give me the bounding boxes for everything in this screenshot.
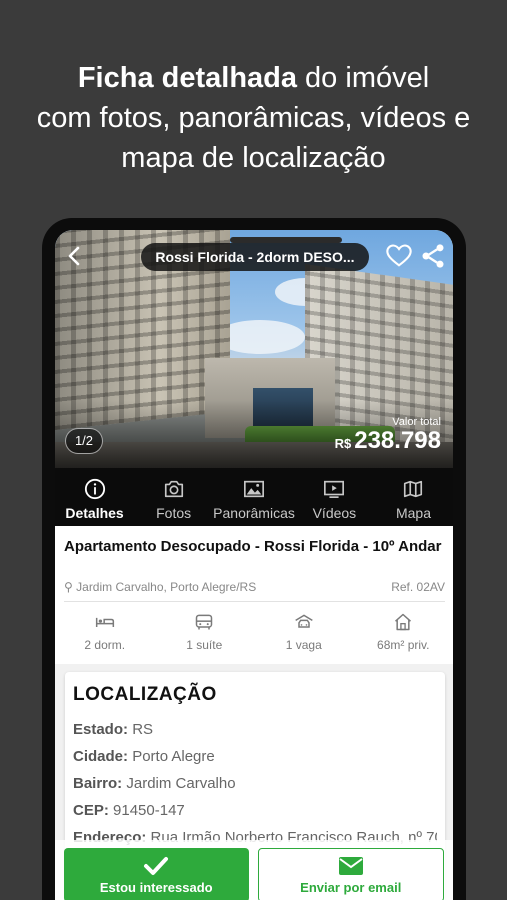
tab-panoramicas[interactable]: Panorâmicas — [213, 468, 295, 526]
location-row: ⚲ Jardim Carvalho, Porto Alegre/RS Ref. … — [64, 580, 445, 594]
action-bar: Estou interessado Enviar por email — [55, 840, 453, 900]
property-photo[interactable]: Rossi Florida - 2dorm DESO... 1/2 Valor … — [55, 230, 453, 468]
reference-code: Ref. 02AV — [391, 580, 445, 594]
headline-line-3: mapa de localização — [121, 142, 386, 174]
phone-speaker — [230, 237, 342, 243]
info-icon — [84, 478, 105, 500]
info-estado: Estado: RS — [73, 716, 437, 743]
tab-mapa[interactable]: Mapa — [374, 468, 453, 526]
detail-tabs: Detalhes Fotos Panorâmicas Vídeos Mapa — [55, 468, 453, 526]
location-value: Jardim Carvalho, Porto Alegre/RS — [76, 580, 257, 594]
location-text: ⚲ Jardim Carvalho, Porto Alegre/RS — [64, 580, 256, 594]
property-title-pill: Rossi Florida - 2dorm DESO... — [141, 243, 369, 271]
interested-label: Estou interessado — [99, 879, 213, 895]
info-value: Porto Alegre — [132, 748, 215, 765]
pin-icon: ⚲ — [64, 580, 73, 594]
info-cep: CEP: 91450-147 — [73, 797, 437, 824]
video-icon — [324, 480, 345, 498]
info-key: Bairro: — [73, 775, 123, 792]
car-icon — [295, 614, 313, 628]
features-row: 2 dorm. 1 suíte 1 vaga 68m² priv. — [55, 612, 453, 652]
feature-label: 1 vaga — [285, 638, 322, 652]
app-screen: Rossi Florida - 2dorm DESO... 1/2 Valor … — [55, 230, 453, 900]
tab-detalhes[interactable]: Detalhes — [55, 468, 134, 526]
house-icon — [395, 613, 412, 631]
tab-label: Mapa — [395, 505, 431, 521]
heart-outline-icon[interactable] — [385, 242, 413, 270]
info-value: Jardim Carvalho — [126, 775, 236, 792]
info-bairro: Bairro: Jardim Carvalho — [73, 770, 437, 797]
share-icon[interactable] — [419, 242, 447, 270]
info-key: CEP: — [73, 802, 109, 819]
back-icon[interactable] — [63, 244, 87, 268]
bathtub-icon — [196, 614, 213, 630]
info-value: 91450-147 — [113, 802, 185, 819]
camera-icon — [164, 480, 183, 498]
email-button[interactable]: Enviar por email — [257, 848, 444, 900]
info-cidade: Cidade: Porto Alegre — [73, 743, 437, 770]
property-title: Apartamento Desocupado - Rossi Florida -… — [64, 538, 442, 555]
price-amount: 238.798 — [354, 427, 441, 454]
feature-parking: 1 vaga — [254, 612, 354, 652]
price-value: R$ 238.798 — [335, 428, 441, 457]
feature-area: 68m² priv. — [354, 612, 454, 652]
tab-label: Panorâmicas — [213, 505, 295, 521]
bed-icon — [95, 617, 114, 627]
tab-fotos[interactable]: Fotos — [134, 468, 213, 526]
photo-counter: 1/2 — [65, 428, 103, 454]
tab-label: Fotos — [156, 505, 192, 521]
phone-frame: Rossi Florida - 2dorm DESO... 1/2 Valor … — [42, 218, 466, 900]
headline-bold: Ficha detalhada — [77, 62, 297, 94]
feature-suite: 1 suíte — [155, 612, 255, 652]
feature-label: 2 dorm. — [84, 638, 126, 652]
tab-label: Vídeos — [312, 505, 357, 521]
panorama-icon — [244, 480, 264, 498]
promo-headline: Ficha detalhada do imóvel com fotos, pan… — [0, 58, 507, 178]
feature-bedrooms: 2 dorm. — [55, 612, 155, 652]
info-key: Cidade: — [73, 748, 129, 765]
info-key: Estado: — [73, 721, 129, 738]
feature-label: 68m² priv. — [377, 638, 430, 652]
tab-label: Detalhes — [65, 505, 124, 521]
divider — [64, 601, 445, 602]
checkmark-icon — [144, 856, 169, 875]
tab-videos[interactable]: Vídeos — [295, 468, 374, 526]
currency-symbol: R$ — [334, 436, 352, 451]
section-title: LOCALIZAÇÃO — [73, 684, 217, 705]
email-label: Enviar por email — [300, 879, 402, 895]
interested-button[interactable]: Estou interessado — [64, 848, 249, 900]
envelope-icon — [338, 856, 363, 875]
summary-card: Apartamento Desocupado - Rossi Florida -… — [55, 526, 453, 664]
headline-rest: do imóvel — [297, 62, 430, 94]
headline-line-2: com fotos, panorâmicas, vídeos e — [36, 102, 471, 134]
map-icon — [404, 480, 423, 498]
feature-label: 1 suíte — [186, 638, 223, 652]
info-value: RS — [132, 721, 154, 738]
price-box: Valor total R$ 238.798 — [335, 416, 441, 457]
